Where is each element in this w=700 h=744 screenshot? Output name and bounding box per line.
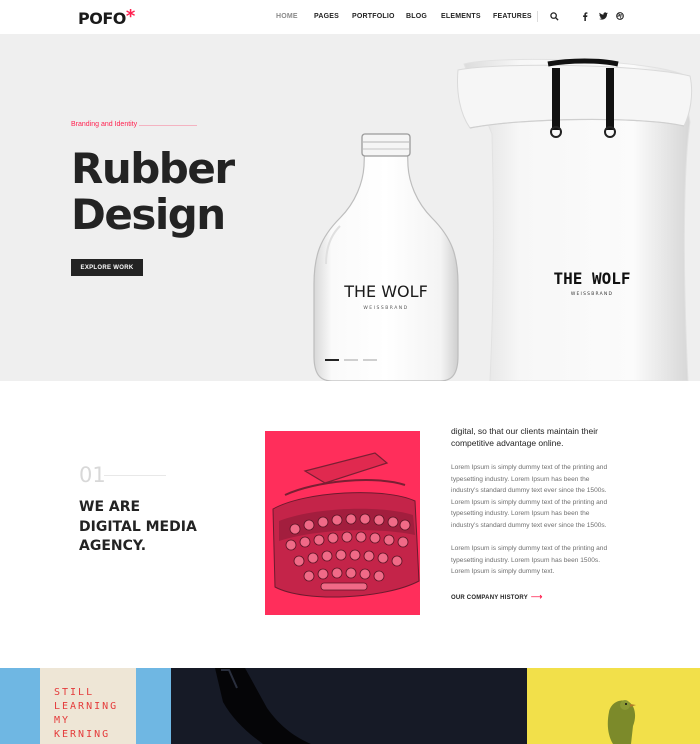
nav-blog[interactable]: BLOG (406, 13, 427, 20)
nav-home[interactable]: HOME (276, 13, 298, 20)
nav-elements[interactable]: ELEMENTS (441, 13, 481, 20)
dribbble-icon[interactable] (615, 11, 625, 21)
hero-title: Rubber Design (71, 146, 281, 238)
about-paragraph-2: Lorem Ipsum is simply dummy text of the … (451, 543, 626, 578)
about-section: 01 WE ARE DIGITAL MEDIA AGENCY. digital,… (0, 381, 700, 668)
paragraph-line: typesetting industry. Lorem Ipsum has be… (451, 510, 590, 517)
bottle-sub-text: WEISSBRAND (363, 305, 408, 311)
about-lead-line-1: digital, so that our clients maintain th… (451, 426, 598, 436)
site-header: POFO* HOME PAGES PORTFOLIO BLOG ELEMENTS… (0, 0, 700, 34)
search-icon[interactable] (549, 11, 559, 21)
slider-dot-1[interactable] (325, 359, 339, 361)
logo-star-mark: * (125, 6, 135, 27)
paragraph-line: Lorem Ipsum is simply dummy text of the … (451, 545, 608, 552)
hero-eyebrow: Branding and Identity (71, 121, 138, 128)
about-heading-line-3: AGENCY. (79, 538, 147, 554)
paragraph-line: Lorem Ipsum is simply dummy text of the … (451, 498, 608, 506)
about-paragraph-1: Lorem Ipsum is simply dummy text of the … (451, 462, 626, 531)
facebook-icon[interactable] (580, 11, 590, 21)
nav-divider (537, 11, 538, 22)
nav-portfolio[interactable]: PORTFOLIO (352, 13, 395, 20)
paragraph-line: Lorem Ipsum is simply dummy text of the … (451, 464, 608, 471)
slider-dot-3[interactable] (363, 359, 377, 361)
company-history-link[interactable]: OUR COMPANY HISTORY ⟶ (451, 592, 543, 601)
section-number-line (104, 475, 166, 476)
logo-text: POFO (78, 9, 126, 28)
paragraph-line: industry's standard dummy text ever sinc… (451, 521, 607, 529)
wine-bottle-image (215, 668, 311, 744)
paragraph-line: typesetting industry. Lorem Ipsum has be… (451, 475, 590, 483)
site-logo[interactable]: POFO* (78, 6, 135, 29)
portfolio-tile-bird[interactable] (527, 668, 700, 744)
portfolio-strip: STILL LEARNING MY KERNING (0, 668, 700, 744)
bag-brand-text: THE WOLF (553, 269, 630, 288)
paragraph-line: industry's standard dummy text ever sinc… (451, 487, 607, 494)
hero-title-line-1: Rubber (71, 144, 235, 193)
hero-eyebrow-line (139, 125, 197, 126)
about-heading-line-1: WE ARE (79, 499, 141, 515)
slider-dot-2[interactable] (344, 359, 358, 361)
tote-bag-text: STILL LEARNING MY KERNING (54, 687, 119, 740)
bottle-brand-text: THE WOLF (343, 282, 428, 301)
typewriter-image (265, 431, 420, 615)
portfolio-tile-tote[interactable]: STILL LEARNING MY KERNING (0, 668, 171, 744)
about-heading: WE ARE DIGITAL MEDIA AGENCY. (79, 498, 239, 557)
company-history-link-label: OUR COMPANY HISTORY (451, 595, 528, 601)
paragraph-line: Lorem Ipsum is simply dummy text. (451, 568, 555, 575)
explore-work-button[interactable]: EXPLORE WORK (71, 259, 143, 276)
about-lead: digital, so that our clients maintain th… (451, 425, 621, 449)
about-heading-line-2: DIGITAL MEDIA (79, 518, 197, 535)
hero-title-line-2: Design (71, 190, 226, 239)
nav-pages[interactable]: PAGES (314, 13, 339, 20)
about-lead-line-2: competitive advantage online. (451, 438, 564, 448)
nav-features[interactable]: FEATURES (493, 13, 532, 20)
arrow-right-icon: ⟶ (530, 592, 543, 601)
bag-sub-text: WEISSBRAND (571, 291, 613, 297)
portfolio-tile-bottle[interactable] (171, 668, 527, 744)
hero-slider: THE WOLF WEISSBRAND THE WOLF WEISSBRAND … (0, 34, 700, 381)
paragraph-line: typesetting industry. Lorem Ipsum has be… (451, 556, 601, 564)
section-number: 01 (79, 463, 106, 487)
twitter-icon[interactable] (598, 11, 608, 21)
bird-image (607, 700, 636, 744)
